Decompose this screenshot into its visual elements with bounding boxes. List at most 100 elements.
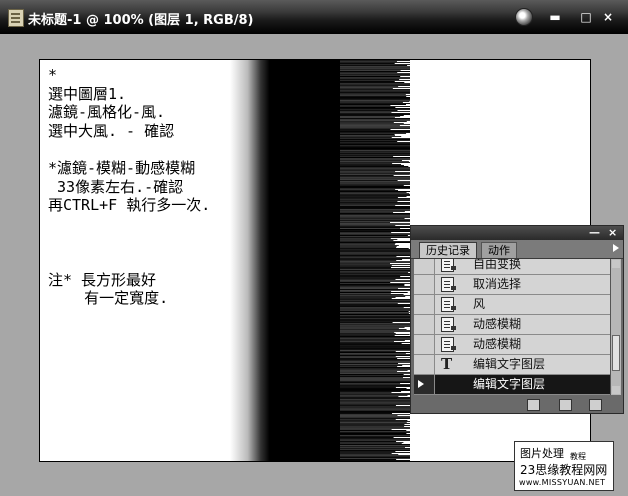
wind-streak: [330, 323, 410, 324]
history-state-row[interactable]: 动感模糊: [414, 315, 610, 335]
history-state-label: 编辑文字图层: [473, 357, 546, 371]
wind-streak: [330, 201, 398, 202]
document-icon: [8, 9, 24, 27]
close-button[interactable]: ×: [600, 10, 616, 24]
wind-streak: [330, 169, 410, 170]
history-brush-source-cell[interactable]: [414, 375, 435, 394]
wind-streak: [330, 150, 410, 151]
wind-streak: [330, 420, 408, 421]
trash-icon[interactable]: [589, 399, 602, 411]
wind-streak: [330, 439, 410, 440]
wind-streak: [330, 141, 398, 142]
wind-streak: [330, 409, 410, 410]
panel-header[interactable]: — ×: [411, 226, 623, 240]
wind-streak: [330, 76, 401, 77]
wind-streak: [330, 107, 396, 108]
wind-streak: [330, 395, 408, 396]
tab-actions[interactable]: 动作: [481, 242, 517, 258]
wind-streak: [330, 313, 409, 314]
history-state-row[interactable]: 自由变换: [414, 259, 610, 275]
wind-streak: [330, 342, 410, 343]
wind-streak: [330, 195, 410, 196]
history-state-row[interactable]: T 编辑文字图层: [414, 355, 610, 375]
current-state-marker-icon: [418, 380, 424, 388]
history-brush-source-cell[interactable]: [414, 275, 435, 294]
wind-streak: [330, 153, 410, 154]
wind-streak: [330, 132, 410, 133]
wind-streak: [330, 304, 410, 305]
wind-streak: [330, 423, 410, 424]
wind-streak: [330, 417, 410, 418]
wind-streak: [330, 101, 410, 102]
history-brush-source-cell[interactable]: [414, 335, 435, 354]
panel-close-button[interactable]: ×: [608, 226, 617, 240]
wind-streak: [330, 337, 410, 338]
wind-streak: [330, 376, 410, 377]
history-brush-source-cell[interactable]: [414, 355, 435, 374]
wind-streak: [330, 433, 407, 434]
wind-streak: [330, 362, 410, 363]
wind-streak: [330, 240, 394, 241]
history-state-row[interactable]: 编辑文字图层: [414, 375, 610, 395]
new-document-from-state-icon[interactable]: [527, 399, 540, 411]
wind-streak: [330, 123, 404, 124]
watermark-url: www.MISSYUAN.NET: [519, 478, 606, 487]
wind-streak: [330, 316, 410, 317]
wind-streak: [330, 160, 403, 161]
wind-streak: [330, 380, 410, 381]
wind-streak: [330, 183, 410, 184]
wind-streak: [330, 205, 396, 206]
wind-streak: [330, 290, 410, 291]
instruction-line: [48, 215, 210, 234]
wind-streak: [330, 389, 410, 390]
scroll-up-arrow-icon[interactable]: [612, 260, 620, 268]
wind-streak: [330, 192, 407, 193]
wind-streak: [330, 223, 410, 224]
scroll-down-arrow-icon[interactable]: [612, 386, 620, 394]
wind-streak: [330, 285, 405, 286]
wind-streak: [330, 407, 410, 408]
minimize-button[interactable]: ▬: [547, 10, 563, 24]
wind-streak: [330, 75, 410, 76]
history-panel: — × 历史记录 动作 自由变换 取消选择风动感模糊 动感模糊 T 编辑文字图层 编辑文字…: [410, 225, 624, 414]
wind-streak: [330, 403, 410, 404]
title-bar[interactable]: 未标题-1 @ 100% (图层 1, RGB/8) ▬ □ ×: [0, 0, 628, 34]
history-state-row[interactable]: 取消选择: [414, 275, 610, 295]
history-step-icon: [441, 337, 456, 352]
wind-streak: [330, 368, 410, 369]
wind-streak: [330, 289, 410, 290]
history-state-row[interactable]: 风: [414, 295, 610, 315]
panel-menu-arrow-icon[interactable]: [613, 244, 619, 252]
wind-streak: [330, 93, 410, 94]
wind-streak: [330, 373, 410, 374]
tab-history[interactable]: 历史记录: [419, 242, 477, 258]
wind-streak: [330, 149, 410, 150]
panel-minimize-button[interactable]: —: [589, 226, 600, 240]
history-brush-source-cell[interactable]: [414, 315, 435, 334]
history-brush-source-cell[interactable]: [414, 295, 435, 314]
wind-streak: [330, 250, 410, 251]
history-state-label: 取消选择: [473, 277, 522, 291]
wind-streak: [330, 300, 410, 301]
bridge-swirl-icon[interactable]: [515, 8, 533, 26]
wind-streak: [330, 425, 410, 426]
wind-streak: [330, 224, 410, 225]
history-state-row[interactable]: 动感模糊: [414, 335, 610, 355]
wind-streak: [330, 332, 395, 333]
history-scrollbar[interactable]: [610, 259, 621, 395]
wind-streak: [330, 146, 410, 147]
history-brush-source-cell[interactable]: [414, 259, 435, 274]
wind-streak: [330, 79, 400, 80]
wind-streak: [330, 333, 396, 334]
new-snapshot-icon[interactable]: [559, 399, 572, 411]
wind-streak: [330, 293, 391, 294]
scroll-thumb[interactable]: [612, 335, 620, 371]
instruction-line: 選中大風. - 確認: [48, 121, 175, 140]
wind-streak: [330, 307, 404, 308]
history-state-label: 动感模糊: [473, 337, 522, 351]
wind-streak: [330, 262, 410, 263]
wind-streak: [330, 324, 410, 325]
maximize-button[interactable]: □: [578, 10, 594, 24]
wind-streak: [330, 179, 410, 180]
wind-streak: [330, 375, 410, 376]
